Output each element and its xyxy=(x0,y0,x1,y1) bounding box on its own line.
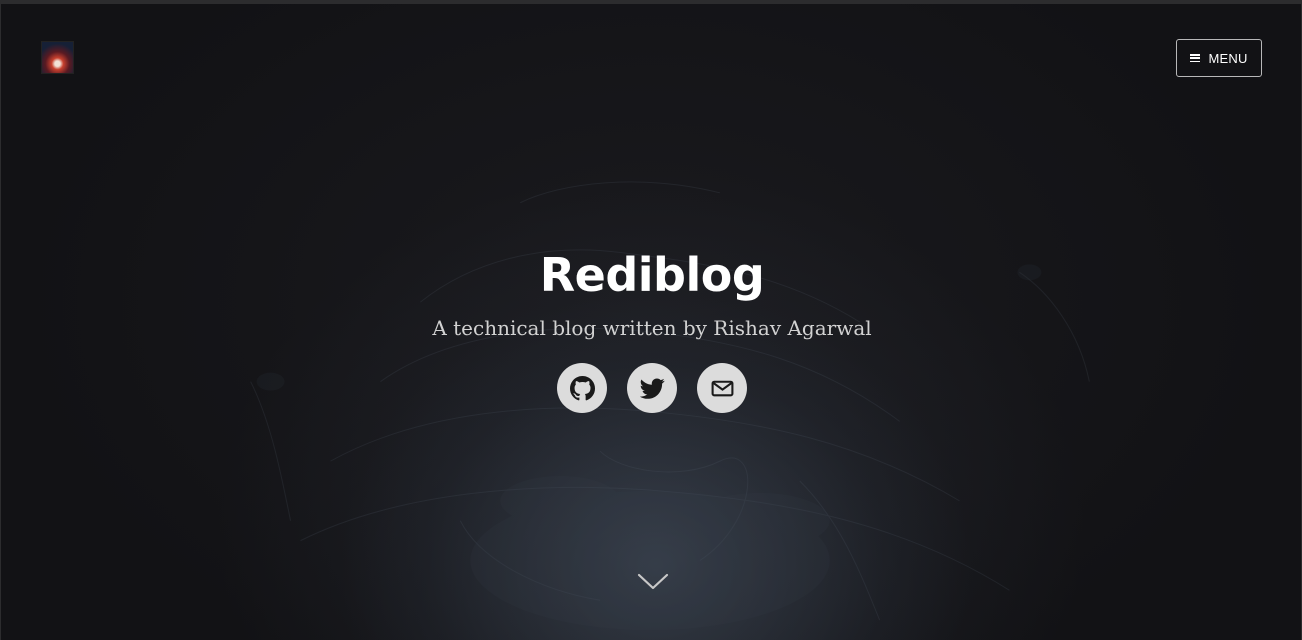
site-description: A technical blog written by Rishav Agarw… xyxy=(432,316,872,340)
social-links xyxy=(557,363,747,413)
mail-icon xyxy=(711,380,733,396)
github-link[interactable] xyxy=(557,363,607,413)
hamburger-icon xyxy=(1190,54,1201,62)
email-link[interactable] xyxy=(697,363,747,413)
github-icon xyxy=(569,375,595,400)
menu-button-label: MENU xyxy=(1208,50,1248,66)
menu-button[interactable]: MENU xyxy=(1176,39,1262,77)
chevron-down-icon[interactable] xyxy=(637,573,669,591)
site-title: Rediblog xyxy=(539,248,765,302)
site-logo-avatar[interactable] xyxy=(41,41,74,74)
twitter-link[interactable] xyxy=(627,363,677,413)
twitter-icon xyxy=(639,378,665,399)
hero-section: MENU Rediblog A technical blog written b… xyxy=(0,0,1302,640)
